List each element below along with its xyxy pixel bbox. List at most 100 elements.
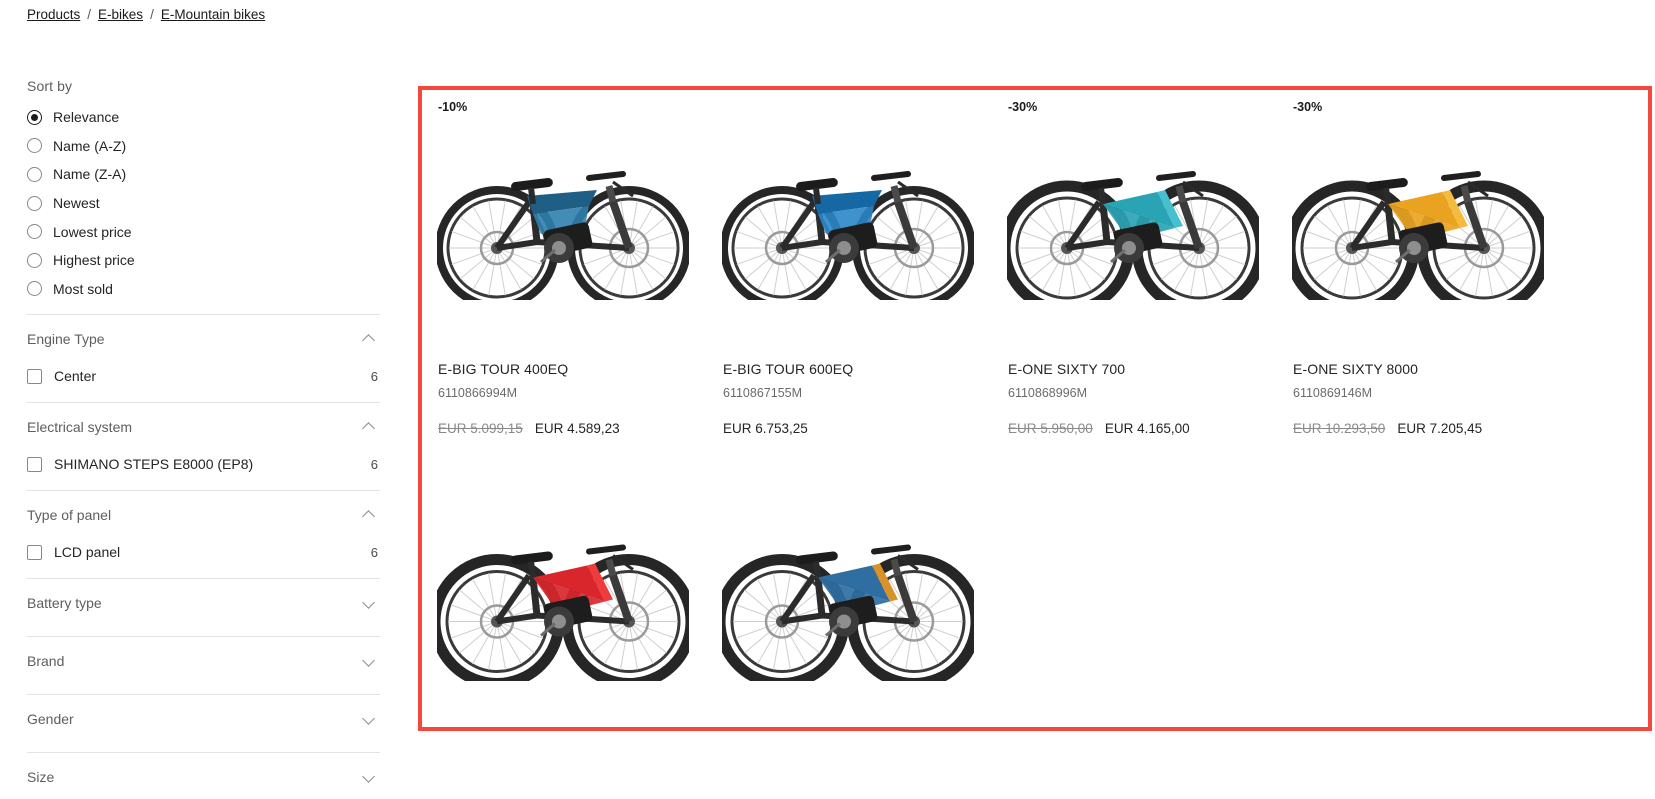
filter-option-center[interactable]: Center 6 — [27, 361, 380, 391]
chevron-down-icon[interactable] — [363, 655, 376, 668]
filter-option-count: 6 — [370, 368, 378, 384]
filter-title: Gender — [27, 711, 74, 728]
breadcrumb-item-e-mountain-bikes[interactable]: E-Mountain bikes — [161, 7, 265, 22]
sort-by-title: Sort by — [27, 78, 73, 94]
filter-header-brand[interactable]: Brand — [27, 639, 380, 683]
breadcrumb: Products / E-bikes / E-Mountain bikes — [27, 7, 265, 22]
product-price: EUR 5.099,15 EUR 4.589,23 — [432, 421, 693, 436]
filter-header-type-of-panel[interactable]: Type of panel — [27, 493, 380, 537]
product-image[interactable] — [1002, 124, 1263, 306]
radio-icon[interactable] — [27, 138, 42, 154]
product-image[interactable] — [1287, 124, 1548, 306]
sort-option-lowest-price[interactable]: Lowest price — [27, 217, 380, 246]
product-sku: 6110868996M — [1008, 386, 1088, 400]
filter-group-engine-type: Engine Type Center 6 — [27, 315, 380, 391]
checkbox-icon[interactable] — [27, 544, 42, 560]
filter-option-lcd-panel[interactable]: LCD panel 6 — [27, 537, 380, 567]
filter-title: Engine Type — [27, 331, 105, 348]
chevron-down-icon[interactable] — [363, 713, 376, 726]
checkbox-icon[interactable] — [27, 456, 42, 472]
chevron-up-icon[interactable] — [363, 509, 376, 522]
filter-group-size: Size — [27, 753, 380, 799]
sort-option-label: Name (A-Z) — [53, 137, 127, 154]
product-title[interactable]: E-ONE SIXTY 700 — [1002, 361, 1263, 377]
radio-icon[interactable] — [27, 109, 42, 125]
discount-badge — [717, 454, 978, 488]
sort-option-most-sold[interactable]: Most sold — [27, 275, 380, 304]
product-card[interactable]: -30% E-ONE SIXTY 8000 6110869146M EUR 10… — [1277, 90, 1562, 436]
chevron-up-icon[interactable] — [363, 333, 376, 346]
sort-option-label: Lowest price — [53, 223, 132, 240]
filter-group-electrical-system: Electrical system SHIMANO STEPS E8000 (E… — [27, 403, 380, 479]
sort-option-name-za[interactable]: Name (Z-A) — [27, 160, 380, 189]
product-price: EUR 6.753,25 — [717, 421, 978, 436]
filter-group-battery-type: Battery type — [27, 579, 380, 625]
sort-option-label: Highest price — [53, 252, 135, 269]
chevron-down-icon[interactable] — [363, 771, 376, 784]
product-card[interactable]: -10% E-BIG TOUR 400EQ 6110866994M EUR 5.… — [422, 90, 707, 436]
product-results-highlight: -10% E-BIG TOUR 400EQ 6110866994M EUR 5.… — [418, 86, 1652, 731]
product-card[interactable] — [422, 454, 707, 688]
product-image[interactable] — [432, 124, 693, 306]
checkbox-icon[interactable] — [27, 368, 42, 384]
product-grid: -10% E-BIG TOUR 400EQ 6110866994M EUR 5.… — [422, 90, 1648, 688]
sort-option-label: Relevance — [53, 109, 120, 126]
radio-icon[interactable] — [27, 166, 42, 182]
filter-title: Brand — [27, 653, 65, 670]
filter-title: Electrical system — [27, 419, 133, 436]
filter-header-gender[interactable]: Gender — [27, 697, 380, 741]
product-image[interactable] — [432, 488, 693, 688]
chevron-up-icon[interactable] — [363, 421, 376, 434]
filter-header-size[interactable]: Size — [27, 755, 380, 799]
filter-option-count: 6 — [370, 456, 378, 472]
chevron-down-icon[interactable] — [363, 597, 376, 610]
product-title[interactable]: E-ONE SIXTY 8000 — [1287, 361, 1548, 377]
breadcrumb-item-products[interactable]: Products — [27, 7, 80, 22]
product-card[interactable]: -30% E-ONE SIXTY 700 6110868996M EUR 5.9… — [992, 90, 1277, 436]
discount-badge: -30% — [1293, 100, 1323, 114]
sort-option-highest-price[interactable]: Highest price — [27, 246, 380, 275]
product-image[interactable] — [717, 488, 978, 688]
sort-option-newest[interactable]: Newest — [27, 189, 380, 218]
filter-title: Size — [27, 769, 55, 786]
price-original: EUR 10.293,50 — [1293, 421, 1386, 436]
product-sku: 6110866994M — [438, 386, 518, 400]
radio-icon[interactable] — [27, 195, 42, 211]
sort-option-label: Name (Z-A) — [53, 166, 127, 183]
product-card[interactable]: E-BIG TOUR 600EQ 6110867155M EUR 6.753,2… — [707, 90, 992, 436]
filter-title: Battery type — [27, 595, 102, 612]
filter-option-shimano-steps-e8000[interactable]: SHIMANO STEPS E8000 (EP8) 6 — [27, 449, 380, 479]
sort-option-name-az[interactable]: Name (A-Z) — [27, 132, 380, 161]
product-sku: 6110867155M — [723, 386, 803, 400]
product-image[interactable] — [717, 124, 978, 306]
filter-header-engine-type[interactable]: Engine Type — [27, 317, 380, 361]
product-card[interactable] — [707, 454, 992, 688]
breadcrumb-separator: / — [87, 7, 92, 22]
discount-badge — [432, 454, 693, 488]
filter-option-label: LCD panel — [54, 544, 121, 561]
filter-group-brand: Brand — [27, 637, 380, 683]
product-price: EUR 10.293,50 EUR 7.205,45 — [1287, 421, 1548, 436]
discount-badge: -30% — [1008, 100, 1038, 114]
product-title[interactable]: E-BIG TOUR 600EQ — [717, 361, 978, 377]
price-current: EUR 7.205,45 — [1397, 421, 1483, 436]
filter-title: Type of panel — [27, 507, 112, 524]
discount-badge: -10% — [438, 100, 468, 114]
filter-header-battery-type[interactable]: Battery type — [27, 581, 380, 625]
radio-icon[interactable] — [27, 281, 42, 297]
product-price: EUR 5.950,00 EUR 4.165,00 — [1002, 421, 1263, 436]
filter-option-label: SHIMANO STEPS E8000 (EP8) — [54, 456, 254, 473]
price-current: EUR 6.753,25 — [723, 421, 808, 436]
radio-icon[interactable] — [27, 252, 42, 268]
breadcrumb-separator: / — [150, 7, 154, 22]
filter-header-electrical-system[interactable]: Electrical system — [27, 405, 380, 449]
radio-icon[interactable] — [27, 224, 42, 240]
sort-option-label: Most sold — [53, 280, 113, 297]
sort-option-relevance[interactable]: Relevance — [27, 103, 380, 132]
filter-option-label: Center — [54, 368, 97, 385]
product-title[interactable]: E-BIG TOUR 400EQ — [432, 361, 693, 377]
filter-group-gender: Gender — [27, 695, 380, 741]
product-sku: 6110869146M — [1293, 386, 1373, 400]
price-current: EUR 4.589,23 — [534, 421, 620, 436]
breadcrumb-item-e-bikes[interactable]: E-bikes — [98, 7, 143, 22]
